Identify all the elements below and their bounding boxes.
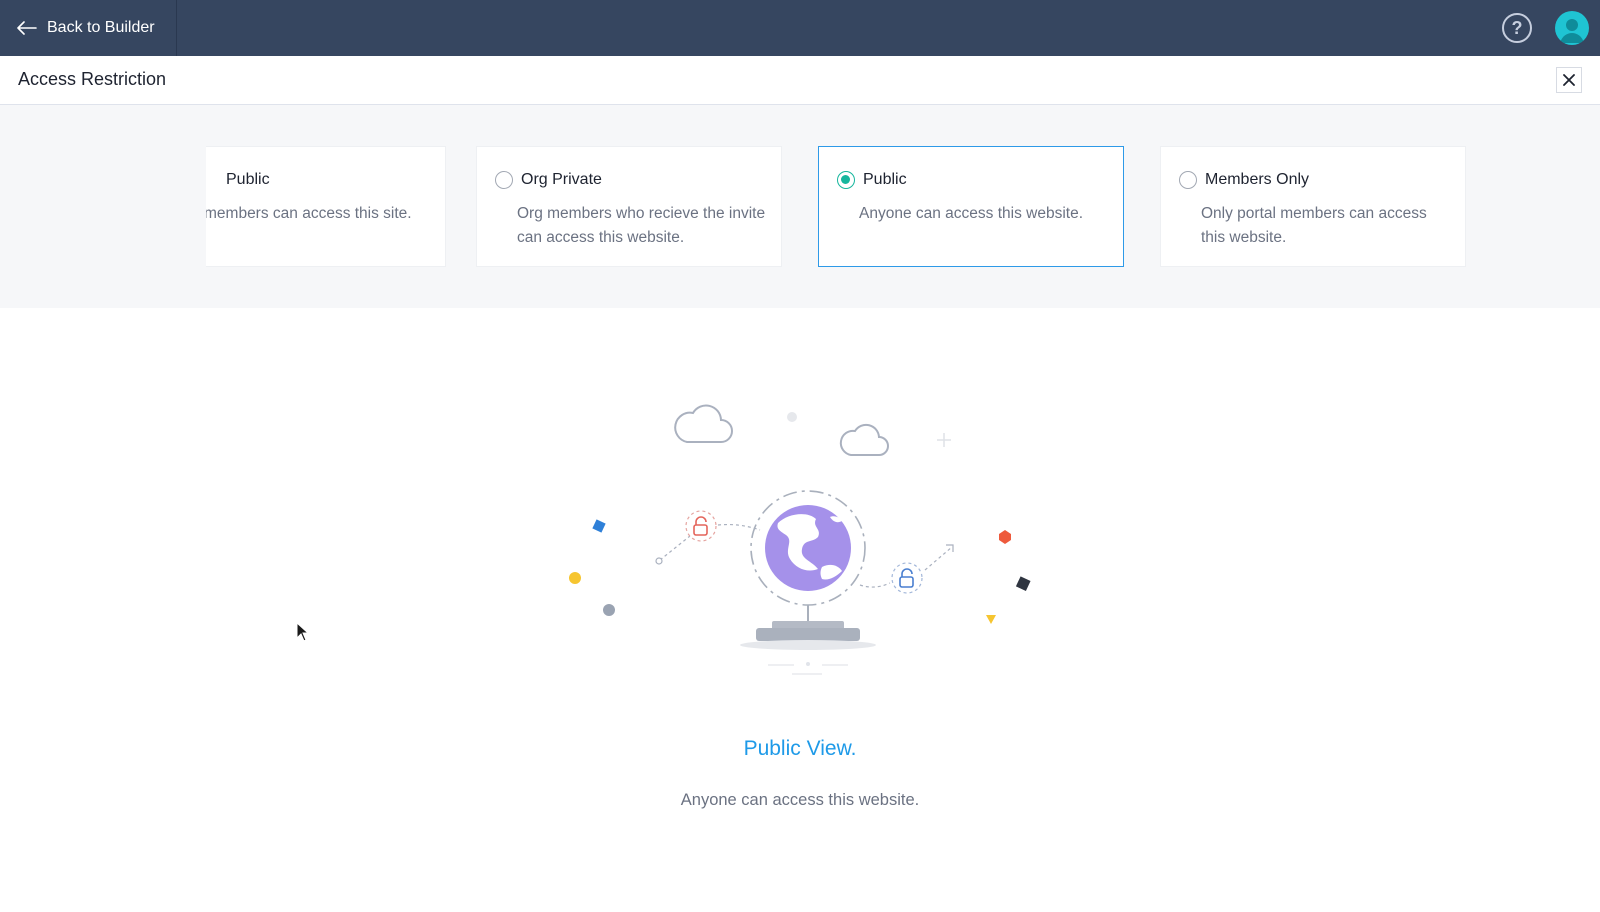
option-title: Public (863, 171, 907, 188)
unlock-badge-icon (891, 562, 923, 594)
page-header: Access Restriction (0, 56, 1600, 105)
hexagon-shape (999, 530, 1011, 544)
arrow-left-icon (17, 21, 37, 35)
option-radio[interactable] (495, 171, 513, 189)
back-to-builder-label: Back to Builder (47, 19, 155, 36)
page-title: Access Restriction (18, 69, 167, 89)
option-description: Anyone can access this website. (859, 205, 1084, 222)
close-icon (1563, 74, 1575, 86)
cloud-icon (674, 404, 733, 443)
plus-icon (937, 433, 951, 447)
option-description: Org members who recieve the invite can a… (517, 205, 766, 246)
mouse-cursor-icon (296, 622, 310, 642)
dot-icon (603, 604, 615, 616)
diamond-shape (1015, 576, 1031, 591)
cloud-icon (839, 423, 889, 456)
access-options-band: Public members can access this site. Org… (0, 105, 1600, 308)
public-view-title: Public View. (743, 737, 857, 760)
back-to-builder-button[interactable]: Back to Builder (0, 0, 177, 56)
option-title: Public (226, 171, 270, 188)
public-view-description: Anyone can access this website. (680, 791, 920, 809)
option-title: Members Only (1205, 171, 1310, 188)
option-card-members-only[interactable]: Members Only Only portal members can acc… (1160, 146, 1466, 267)
close-button[interactable] (1556, 67, 1582, 93)
option-card-public[interactable]: Public Anyone can access this website. (818, 146, 1124, 267)
globe-icon (765, 505, 851, 591)
dot-icon (569, 572, 581, 584)
public-globe-illustration (569, 404, 1031, 675)
user-avatar-icon (1560, 19, 1584, 43)
option-description: members can access this site. (206, 205, 412, 222)
dot-icon (787, 412, 797, 422)
option-card-public-partial[interactable]: Public members can access this site. (206, 146, 446, 267)
top-bar: Back to Builder ? (0, 0, 1600, 56)
user-avatar-button[interactable] (1555, 11, 1589, 45)
option-radio[interactable] (1179, 171, 1197, 189)
option-radio-selected[interactable] (837, 171, 855, 189)
triangle-shape (986, 615, 996, 624)
question-circle-icon: ? (1511, 17, 1523, 38)
access-options-carousel: Public members can access this site. Org… (206, 145, 1472, 269)
help-button[interactable]: ? (1502, 13, 1532, 43)
diamond-shape (592, 519, 606, 533)
option-title: Org Private (521, 171, 602, 188)
option-card-org-private[interactable]: Org Private Org members who recieve the … (476, 146, 782, 267)
unlock-badge-icon (685, 510, 717, 542)
option-description: Only portal members can access this webs… (1201, 205, 1427, 246)
